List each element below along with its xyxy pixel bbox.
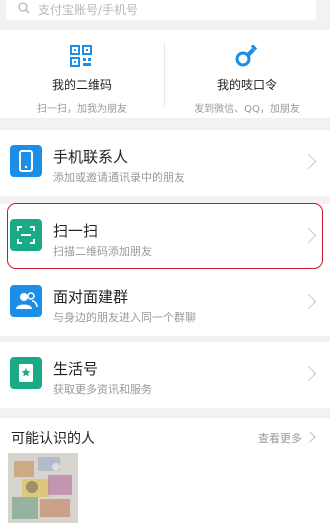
quick-actions: 我的二维码 扫一扫，加我为朋友 我的吱口令 发到微信、QQ，加朋友 [0, 30, 330, 118]
people-you-may-know: 可能认识的人 查看更多 [0, 418, 330, 523]
chevron-right-icon [300, 227, 317, 244]
row-scan[interactable]: 扫一扫 扫描二维码添加朋友 [0, 204, 330, 270]
row-desc: 添加或邀请通讯录中的朋友 [53, 171, 185, 184]
chevron-right-icon [300, 293, 317, 310]
row-face-to-face-group[interactable]: 面对面建群 与身边的朋友进入同一个群聊 [0, 270, 330, 336]
row-phone-contacts[interactable]: 手机联系人 添加或邀请通讯录中的朋友 [0, 130, 330, 196]
row-name: 手机联系人 [53, 148, 129, 166]
avatar[interactable] [8, 453, 78, 523]
search-input[interactable]: 支付宝账号/手机号 [6, 0, 316, 20]
row-desc: 获取更多资讯和服务 [53, 383, 152, 396]
my-command-card[interactable]: 我的吱口令 发到微信、QQ，加朋友 [165, 30, 329, 118]
row-name: 扫一扫 [53, 222, 99, 240]
life-account-icon [10, 357, 42, 389]
group-icon [10, 285, 42, 317]
card-title: 我的二维码 [51, 78, 112, 92]
search-placeholder: 支付宝账号/手机号 [38, 3, 139, 17]
my-qr-code-card[interactable]: 我的二维码 扫一扫，加我为朋友 [0, 30, 164, 118]
card-subtitle: 扫一扫，加我为朋友 [37, 104, 127, 115]
see-more-link[interactable]: 查看更多 [258, 430, 302, 446]
whistle-icon [235, 44, 258, 67]
chevron-right-icon [300, 153, 317, 170]
qr-code-icon [70, 45, 92, 67]
card-subtitle: 发到微信、QQ，加朋友 [194, 104, 300, 115]
row-desc: 扫描二维码添加朋友 [53, 245, 152, 258]
search-icon [18, 2, 30, 14]
row-name: 面对面建群 [53, 288, 129, 306]
card-title: 我的吱口令 [216, 78, 277, 92]
row-name: 生活号 [53, 360, 99, 378]
section-title: 可能认识的人 [11, 431, 95, 447]
row-desc: 与身边的朋友进入同一个群聊 [53, 311, 196, 324]
row-life-account[interactable]: 生活号 获取更多资讯和服务 [0, 342, 330, 408]
chevron-right-icon [304, 431, 316, 443]
scan-icon [10, 219, 42, 251]
chevron-right-icon [300, 365, 317, 382]
search-area: 支付宝账号/手机号 [0, 0, 330, 27]
phone-icon [10, 145, 42, 177]
